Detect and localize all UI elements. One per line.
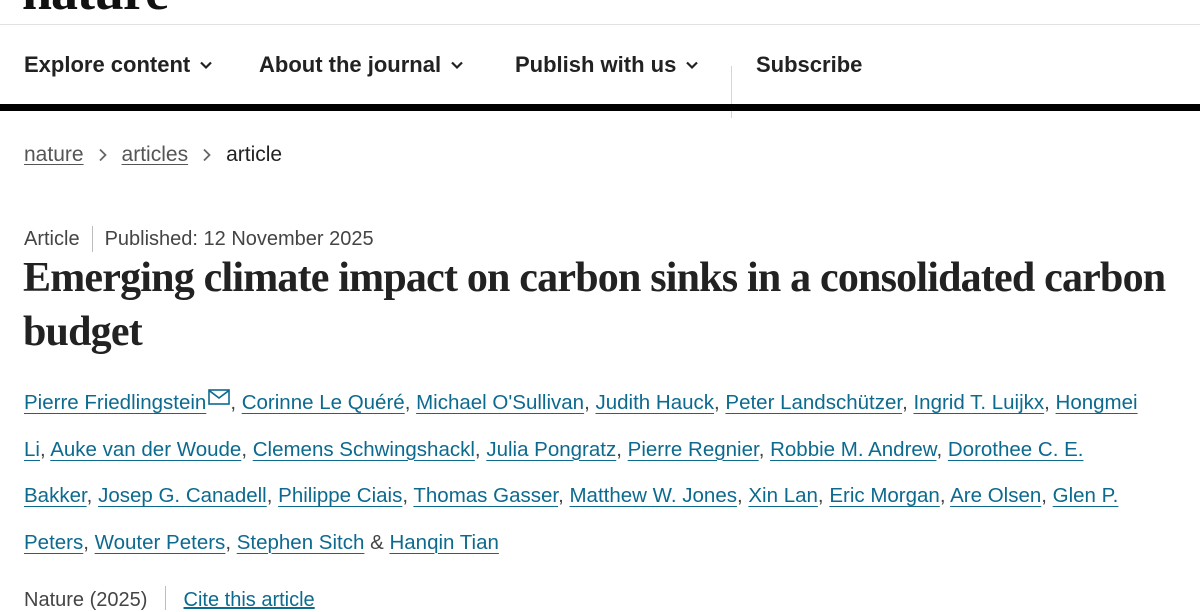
nav-publish-with-us[interactable]: Publish with us	[515, 26, 699, 104]
chevron-down-icon	[451, 61, 463, 70]
author-link[interactable]: Eric Morgan	[829, 484, 940, 507]
author-list: Pierre Friedlingstein, Corinne Le Quéré,…	[24, 389, 1138, 554]
author-link[interactable]: Xin Lan	[748, 484, 818, 507]
nav-about-the-journal[interactable]: About the journal	[259, 26, 464, 104]
citation-line: Nature (2025) Cite this article	[24, 586, 315, 612]
citation-divider	[164, 586, 166, 610]
article-title: Emerging climate impact on carbon sinks …	[23, 255, 1166, 355]
published-date: Published: 12 November 2025	[104, 227, 374, 250]
author-link[interactable]: Thomas Gasser	[413, 484, 558, 507]
breadcrumb-current: article	[226, 143, 283, 166]
article-type: Article	[24, 227, 80, 250]
author-link[interactable]: Are Olsen	[950, 484, 1041, 507]
main-nav: Explore content About the journal Publis…	[0, 26, 1200, 118]
author-link[interactable]: Ingrid T. Luijkx	[913, 391, 1044, 414]
breadcrumb: nature articles article	[24, 143, 282, 167]
author-link[interactable]: Auke van der Woude	[50, 438, 241, 461]
nav-label: About the journal	[259, 52, 442, 77]
nav-subscribe[interactable]: Subscribe	[756, 26, 862, 104]
author-link[interactable]: Judith Hauck	[595, 391, 714, 414]
author-link[interactable]: Peter Landschützer	[725, 391, 902, 414]
journal-citation: Nature (2025)	[24, 589, 148, 611]
site-logo[interactable]: nature	[22, 0, 169, 22]
meta-divider	[91, 226, 93, 252]
author-link[interactable]: Pierre Friedlingstein	[24, 391, 206, 414]
author-link[interactable]: Josep G. Canadell	[98, 484, 267, 507]
nav-explore-content[interactable]: Explore content	[24, 26, 213, 104]
chevron-down-icon	[200, 61, 213, 70]
breadcrumb-nature[interactable]: nature	[24, 143, 84, 167]
chevron-down-icon	[686, 61, 699, 70]
author-link[interactable]: Pierre Regnier	[628, 438, 759, 461]
author-link[interactable]: Corinne Le Quéré	[242, 391, 405, 414]
chevron-right-icon	[98, 148, 107, 162]
breadcrumb-articles[interactable]: articles	[122, 143, 189, 167]
author-link[interactable]: Matthew W. Jones	[569, 484, 736, 507]
author-link[interactable]: Clemens Schwingshackl	[253, 438, 475, 461]
envelope-icon[interactable]	[208, 389, 231, 405]
author-link[interactable]: Philippe Ciais	[278, 484, 402, 507]
author-link[interactable]: Hanqin Tian	[389, 531, 498, 554]
nav-label: Explore content	[24, 52, 191, 77]
nav-label: Subscribe	[756, 52, 863, 77]
chevron-right-icon	[203, 148, 211, 162]
author-link[interactable]: Wouter Peters	[95, 531, 226, 554]
nav-bottom-bar	[0, 104, 1200, 111]
author-link[interactable]: Julia Pongratz	[486, 438, 616, 461]
author-link[interactable]: Michael O'Sullivan	[416, 391, 584, 414]
nav-label: Publish with us	[515, 52, 677, 77]
header-divider	[0, 24, 1200, 25]
cite-this-article-link[interactable]: Cite this article	[184, 589, 315, 611]
author-link[interactable]: Robbie M. Andrew	[770, 438, 936, 461]
author-separator: &	[370, 530, 384, 554]
author-link[interactable]: Stephen Sitch	[237, 531, 365, 554]
article-meta: Article Published: 12 November 2025	[24, 226, 374, 252]
